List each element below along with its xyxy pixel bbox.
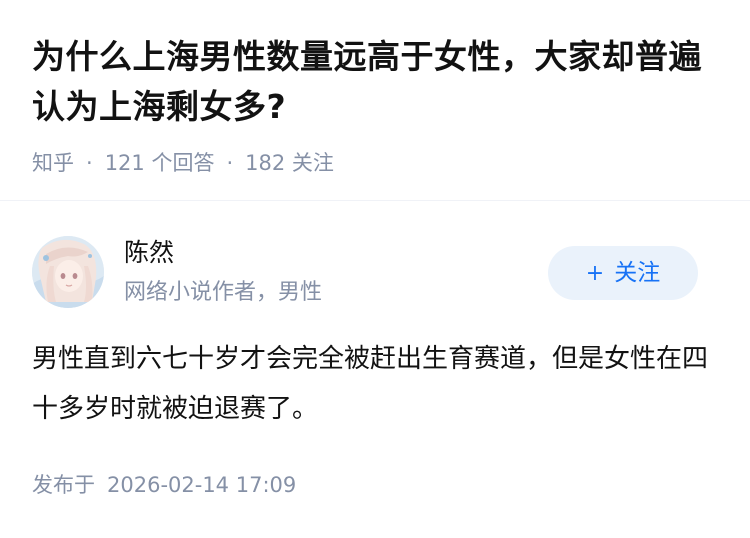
author-bio: 网络小说作者，男性 — [124, 280, 323, 305]
meta-separator: · — [226, 151, 234, 175]
question-title[interactable]: 为什么上海男性数量远高于女性，大家却普遍认为上海剩女多? — [32, 32, 722, 132]
answer-content[interactable]: 男性直到六七十岁才会完全被赶出生育赛道，但是女性在四十多岁时就被迫退赛了。 — [32, 334, 722, 434]
publish-info: 发布于 2026-02-14 17:09 — [32, 470, 296, 500]
follow-label: 关注 — [614, 260, 661, 286]
anime-girl-avatar-icon — [32, 236, 104, 308]
publish-label: 发布于 — [32, 473, 95, 497]
publish-time: 2026-02-14 17:09 — [107, 473, 297, 497]
question-meta: 知乎 · 121 个回答 · 182 关注 — [32, 148, 722, 178]
avatar[interactable] — [32, 236, 104, 308]
follow-button[interactable]: + 关注 — [548, 246, 698, 300]
answer-count[interactable]: 121 个回答 — [105, 151, 215, 175]
meta-separator: · — [86, 151, 93, 175]
author-card: 陈然 网络小说作者，男性 + 关注 — [32, 236, 718, 308]
plus-icon: + — [585, 261, 605, 286]
question-header: 为什么上海男性数量远高于女性，大家却普遍认为上海剩女多? 知乎 · 121 个回答 ·… — [32, 32, 722, 178]
section-divider — [0, 200, 750, 201]
author-name[interactable]: 陈然 — [124, 236, 174, 270]
source-label[interactable]: 知乎 — [32, 151, 74, 175]
follower-count[interactable]: 182 关注 — [245, 151, 334, 175]
